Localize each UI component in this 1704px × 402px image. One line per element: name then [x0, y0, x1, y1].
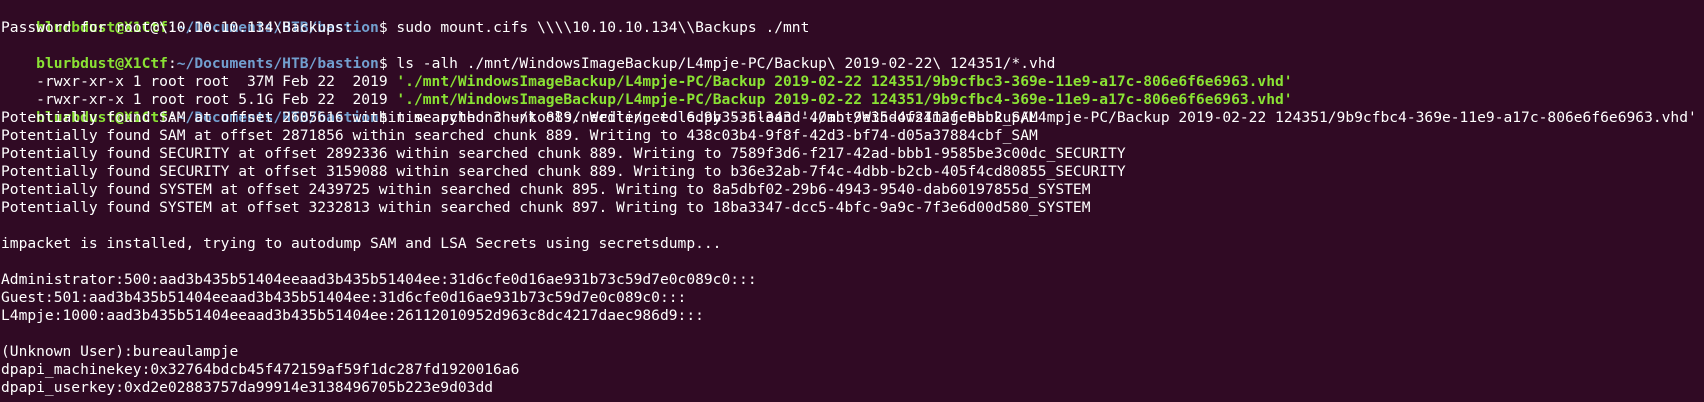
output-line: Potentially found SECURITY at offset 289… [1, 145, 1126, 162]
prompt-line: blurbdust@X1Ctf:~/Documents/HTB/bastion$… [1, 1, 809, 36]
prompt-line: blurbdust@X1Ctf:~/Documents/HTB/bastion$… [1, 91, 1697, 126]
hash-line: L4mpje:1000:aad3b435b51404eeaad3b435b514… [1, 307, 704, 324]
ls-output-row: -rwxr-xr-x 1 root root 5.1G Feb 22 2019 … [1, 73, 1292, 108]
secret-line: (Unknown User):bureaulampje [1, 343, 239, 360]
output-line: Potentially found SAM at offset 2605616 … [1, 109, 1038, 126]
output-line: Potentially found SYSTEM at offset 32328… [1, 199, 1091, 216]
command-text: sudo mount.cifs \\\\10.10.10.134\\Backup… [387, 19, 810, 36]
prompt-symbol: $ [378, 19, 388, 36]
password-prompt: Password for root@\10.10.10.134\Backups: [1, 19, 353, 36]
hash-line: Guest:501:aad3b435b51404eeaad3b435b51404… [1, 289, 687, 306]
ls-output-row: -rwxr-xr-x 1 root root 37M Feb 22 2019 '… [1, 55, 1292, 90]
output-line: Potentially found SYSTEM at offset 24397… [1, 181, 1091, 198]
secret-line: dpapi_userkey:0xd2e02883757da99914e31384… [1, 379, 494, 396]
status-line: impacket is installed, trying to autodum… [1, 235, 722, 252]
secret-line: dpapi_machinekey:0x32764bdcb45f472159af5… [1, 361, 520, 378]
prompt-line: blurbdust@X1Ctf:~/Documents/HTB/bastion$… [1, 37, 1055, 72]
terminal-window[interactable]: blurbdust@X1Ctf:~/Documents/HTB/bastion$… [0, 0, 1704, 402]
output-line: Potentially found SAM at offset 2871856 … [1, 127, 1038, 144]
hash-line: Administrator:500:aad3b435b51404eeaad3b4… [1, 271, 757, 288]
output-line: Potentially found SECURITY at offset 315… [1, 163, 1126, 180]
